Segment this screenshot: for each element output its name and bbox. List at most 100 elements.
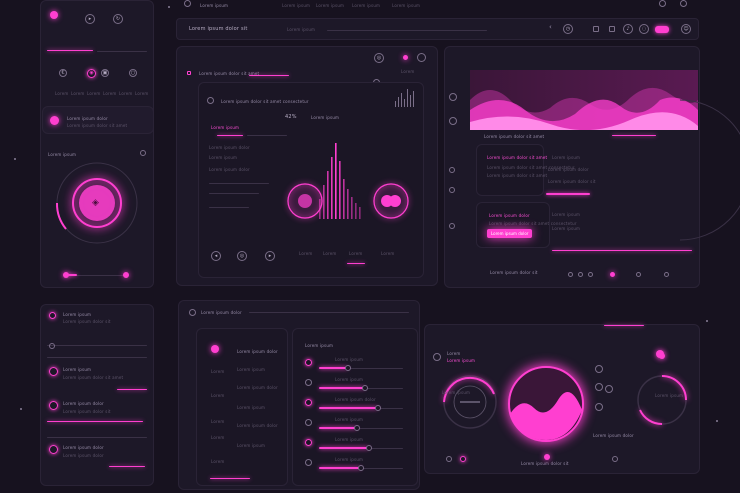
slider-handle[interactable]: [362, 385, 369, 391]
center-orb: [506, 364, 586, 444]
dash-footer-icon[interactable]: [460, 456, 466, 462]
euro-icon[interactable]: €: [59, 69, 67, 77]
alarm-icon[interactable]: [595, 403, 603, 411]
settings-header: Lorem ipsum dolor: [201, 310, 242, 315]
setting-item[interactable]: Lorem ipsum: [237, 367, 265, 372]
dash-footer-icon[interactable]: [446, 456, 452, 462]
list-item-title[interactable]: Lorem ipsum dolor: [63, 401, 104, 406]
lock-icon[interactable]: [605, 385, 613, 393]
profile-sub: Lorem ipsum dolor sit amet: [67, 123, 128, 128]
globe-icon[interactable]: ◉: [87, 69, 96, 78]
analytics-subtitle: Lorem ipsum: [311, 115, 340, 120]
side-icon[interactable]: [449, 117, 457, 125]
side-icon[interactable]: [449, 93, 457, 101]
list-item-title[interactable]: Lorem ipsum: [63, 367, 91, 372]
hero-caption: Lorem ipsum dolor sit amet: [484, 134, 545, 139]
slider-handle[interactable]: [358, 465, 364, 471]
side-icon[interactable]: [449, 187, 455, 193]
slider-label: Lorem ipsum: [335, 457, 364, 462]
profile-card[interactable]: Lorem ipsum dolor Lorem ipsum dolor sit …: [42, 106, 154, 134]
mini-bar: [410, 95, 411, 107]
wallet-icon[interactable]: ▣: [101, 69, 109, 77]
list-accent: [47, 421, 143, 422]
active-dot: [211, 345, 219, 353]
setting-key: Lorem: [211, 419, 225, 424]
side-icon[interactable]: [449, 223, 455, 229]
settings-icon[interactable]: [189, 309, 196, 316]
left-list-panel: Lorem ipsum Lorem ipsum dolor sit Lorem …: [40, 304, 154, 486]
mini-bar: [395, 101, 396, 107]
power-icon[interactable]: [680, 0, 687, 7]
article-card-2[interactable]: Lorem ipsum dolor Lorem ipsum dolor sit …: [476, 202, 576, 248]
article-card-1[interactable]: Lorem ipsum dolor sit amet Lorem ipsum d…: [476, 144, 574, 196]
list-icon[interactable]: [49, 312, 56, 319]
star-decoration: [706, 320, 708, 322]
nav-item-4[interactable]: Lorem ipsum: [392, 3, 420, 8]
stop-icon[interactable]: ◎: [237, 251, 247, 261]
dash-footer-icon[interactable]: [612, 456, 618, 462]
slider-list: Lorem ipsum Lorem ipsum Lorem ipsum dolor L…: [305, 357, 415, 483]
progress-end-handle[interactable]: [123, 272, 129, 278]
home-icon[interactable]: [433, 353, 441, 361]
footer-icon[interactable]: [578, 272, 583, 277]
list-item-title[interactable]: Lorem ipsum dolor: [63, 445, 104, 450]
nav-item-3[interactable]: Lorem ipsum: [352, 3, 380, 8]
expand-icon[interactable]: [417, 53, 426, 62]
bell-icon[interactable]: ♪: [623, 24, 633, 34]
setting-item[interactable]: Lorem ipsum dolor: [237, 423, 278, 428]
nav-item-2[interactable]: Lorem ipsum: [316, 3, 344, 8]
setting-item[interactable]: Lorem ipsum: [237, 443, 265, 448]
more-icon[interactable]: [140, 150, 146, 156]
setting-key: Lorem: [211, 369, 225, 374]
footer-icon[interactable]: [588, 272, 593, 277]
slider-handle[interactable]: [374, 405, 381, 411]
footer-icon[interactable]: [636, 272, 641, 277]
live-dot: [403, 55, 408, 60]
bookmark-icon[interactable]: [595, 383, 603, 391]
card-icon[interactable]: ○: [129, 69, 137, 77]
play-icon[interactable]: ▸: [85, 14, 95, 24]
slider-handle[interactable]: [366, 445, 373, 451]
setting-item[interactable]: Lorem ipsum dolor: [237, 385, 278, 390]
side-icon[interactable]: [449, 167, 455, 173]
prev-icon[interactable]: ◂: [211, 251, 221, 261]
active-tab-button[interactable]: [655, 26, 669, 33]
list-item-icon[interactable]: [49, 445, 58, 454]
settings-icon[interactable]: [659, 0, 666, 7]
setting-item[interactable]: Lorem ipsum dolor: [237, 349, 278, 354]
star-decoration: [168, 6, 170, 8]
progress-start-handle[interactable]: [63, 272, 69, 278]
slider-handle[interactable]: [353, 425, 360, 431]
row-track: [247, 135, 287, 136]
slider-fill: [319, 387, 366, 389]
slider-handle[interactable]: [345, 365, 352, 371]
collapse-icon[interactable]: [49, 343, 55, 349]
article-accent: [552, 250, 692, 251]
cta-button[interactable]: Lorem ipsum dolor: [487, 229, 533, 238]
refresh-icon[interactable]: ↻: [113, 14, 123, 24]
doc-icon[interactable]: [593, 26, 599, 32]
address-text[interactable]: Lorem ipsum dolor sit: [189, 27, 248, 32]
page-dot[interactable]: [544, 454, 550, 460]
back-icon[interactable]: ‹: [549, 24, 552, 31]
list-accent: [117, 389, 147, 390]
footer-icon[interactable]: [568, 272, 573, 277]
stat-label: Lorem: [119, 91, 133, 96]
sliders-title: Lorem ipsum: [305, 343, 334, 348]
nav-item-1[interactable]: Lorem ipsum: [282, 3, 310, 8]
footer-icon[interactable]: [664, 272, 669, 277]
setting-item[interactable]: Lorem ipsum: [237, 405, 265, 410]
chat-icon[interactable]: [595, 365, 603, 373]
chat-icon[interactable]: ◌: [639, 24, 649, 34]
clock-icon[interactable]: ◷: [563, 24, 573, 34]
list-item-icon[interactable]: [49, 367, 58, 376]
menu-icon[interactable]: [184, 0, 191, 7]
settings-list: Lorem ipsum dolor Lorem ipsum Lorem Lore…: [196, 328, 288, 486]
doc-icon[interactable]: [609, 26, 615, 32]
filter-icon[interactable]: ◎: [374, 53, 384, 63]
shield-icon[interactable]: ◈: [92, 199, 99, 208]
list-item-icon[interactable]: [49, 401, 58, 410]
user-icon[interactable]: ☺: [681, 24, 691, 34]
next-icon[interactable]: ▸: [265, 251, 275, 261]
list-title: Lorem ipsum: [63, 312, 92, 317]
